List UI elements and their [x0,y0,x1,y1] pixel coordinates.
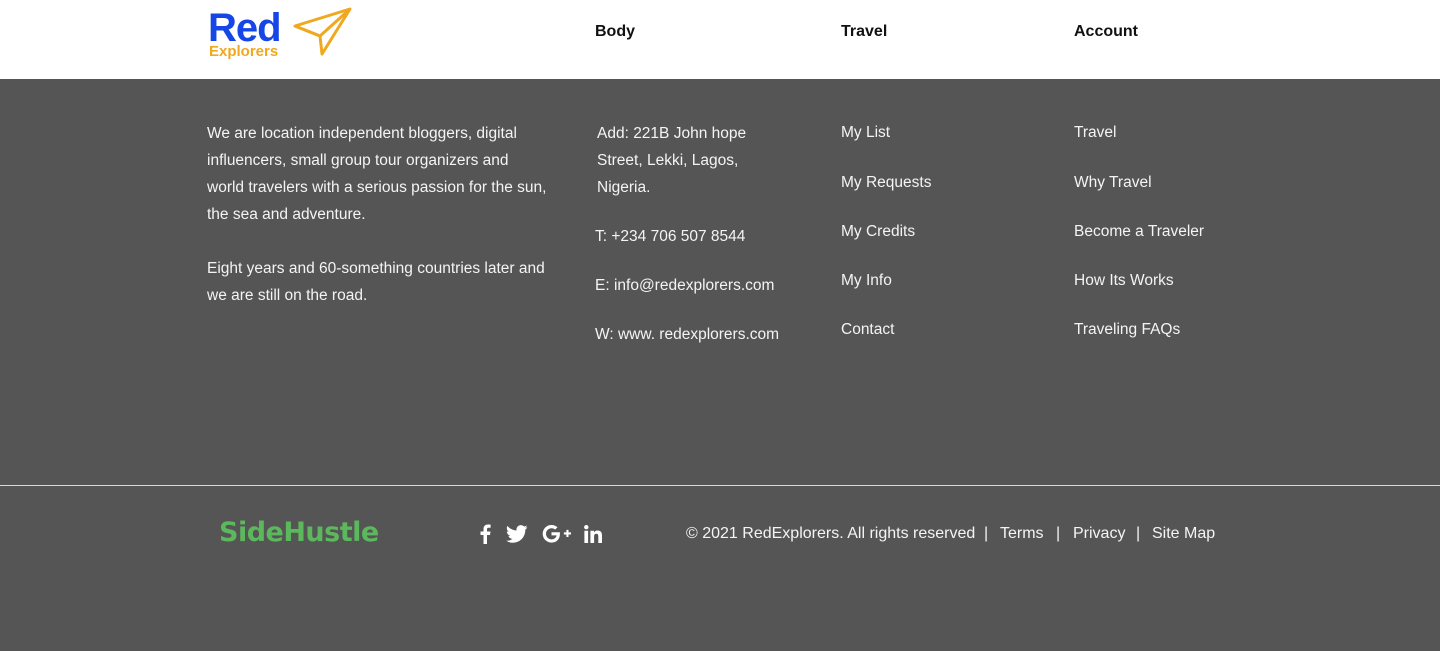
header-bar: Red Explorers Body Travel Account [0,0,1440,79]
link-how-it-works[interactable]: How Its Works [1074,270,1174,292]
address-line: Add: 221B John hope [597,125,747,142]
separator: | [1136,525,1141,542]
link-contact[interactable]: Contact [841,319,894,341]
link-traveling-faqs[interactable]: Traveling FAQs [1074,319,1180,341]
footer-divider [0,485,1440,486]
phone-number: T: +234 706 507 8544 [595,228,746,245]
link-my-requests[interactable]: My Requests [841,172,931,194]
link-my-credits[interactable]: My Credits [841,221,915,243]
copyright-text: © 2021 RedExplorers. All rights reserved [686,525,976,542]
facebook-icon[interactable] [476,522,494,546]
travel-heading: Travel [841,23,888,40]
link-travel[interactable]: Travel [1074,122,1117,144]
logo-subtitle: Explorers [209,43,279,60]
google-plus-icon[interactable] [541,522,573,546]
linkedin-icon[interactable] [583,522,603,546]
website-address[interactable]: W: www. redexplorers.com [595,321,779,348]
address-line: Street, Lekki, Lagos, [597,152,739,169]
about-section: We are location independent bloggers, di… [207,120,547,309]
address-line: Nigeria. [597,179,651,196]
separator: | [1056,525,1061,542]
separator: | [984,525,989,542]
about-paragraph: We are location independent bloggers, di… [207,125,547,223]
link-my-info[interactable]: My Info [841,270,892,292]
twitter-icon[interactable] [505,522,529,546]
link-why-travel[interactable]: Why Travel [1074,172,1152,194]
terms-link[interactable]: Terms [1000,523,1044,545]
email-address[interactable]: E: info@redexplorers.com [595,272,774,299]
link-become-traveler[interactable]: Become a Traveler [1074,221,1204,243]
sitemap-link[interactable]: Site Map [1152,523,1215,545]
body-heading: Body [595,23,635,40]
privacy-link[interactable]: Privacy [1073,523,1125,545]
paper-plane-icon [293,7,352,56]
account-heading: Account [1074,23,1138,40]
link-my-list[interactable]: My List [841,122,890,144]
about-paragraph: Eight years and 60-something countries l… [207,260,545,304]
red-explorers-logo[interactable]: Red Explorers [208,6,354,64]
sidehustle-logo[interactable]: SideHustle [219,516,379,550]
